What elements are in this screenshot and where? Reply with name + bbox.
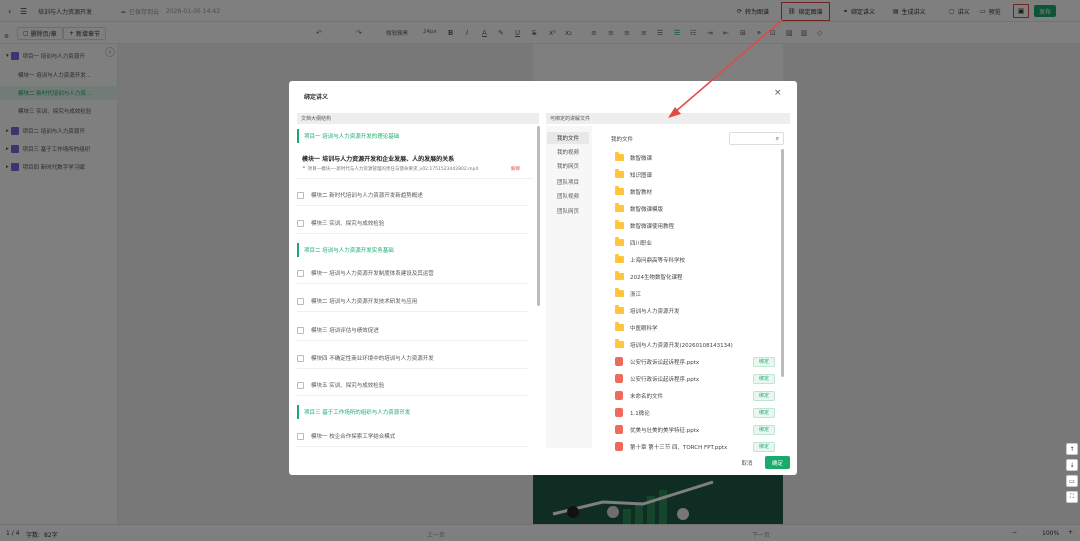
annotation-arrow [668, 19, 783, 118]
